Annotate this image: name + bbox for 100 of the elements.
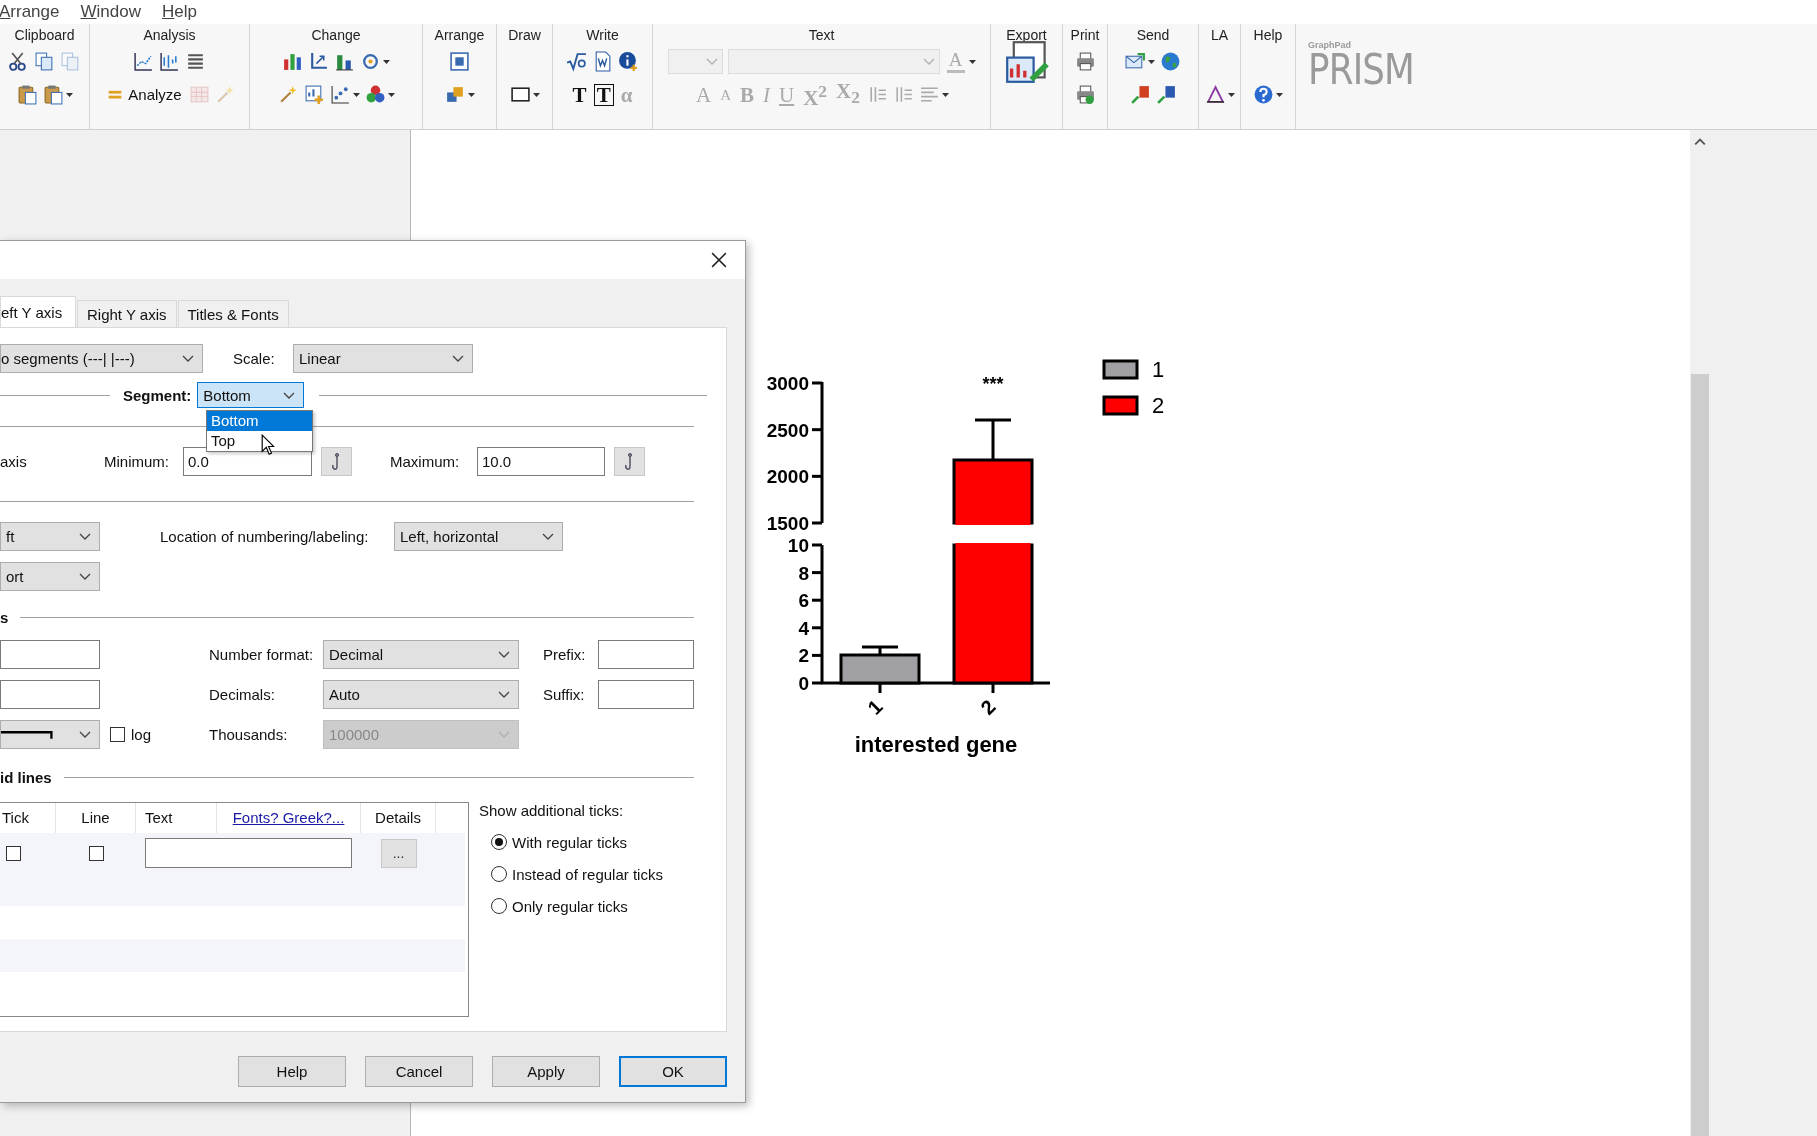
format-button[interactable]: T [593, 83, 614, 106]
axes-icon[interactable] [308, 51, 329, 72]
color-circles-icon[interactable] [364, 84, 386, 105]
caret-icon[interactable] [352, 92, 360, 97]
line-style-dropdown[interactable] [0, 720, 100, 749]
tick-label: 3000 [766, 373, 809, 394]
info-icon[interactable] [618, 51, 639, 72]
bar-chart-icon[interactable] [282, 51, 303, 72]
tick-label: 2 [798, 645, 809, 667]
input-field[interactable] [0, 680, 100, 709]
field-label: Number format: [209, 646, 315, 663]
chevron-icon [498, 651, 510, 658]
triangle-icon[interactable] [1204, 84, 1226, 105]
group-label: Export [1006, 27, 1047, 45]
menu-item[interactable]: Window [80, 2, 152, 22]
square-root-icon[interactable] [566, 51, 587, 72]
text-field[interactable] [145, 838, 352, 868]
printer-icon[interactable] [1074, 84, 1096, 105]
caret-icon[interactable] [467, 92, 475, 97]
tab[interactable]: Titles & Fonts [177, 300, 289, 327]
chart-icon[interactable] [159, 51, 180, 72]
logo: PRISM [1308, 50, 1415, 90]
scatter-plot-icon[interactable] [329, 84, 351, 105]
details-button[interactable]: ... [380, 838, 417, 868]
document-arrow-icon[interactable] [1155, 84, 1177, 105]
dropdown-option[interactable]: Bottom [207, 411, 312, 431]
dialog-button[interactable]: Apply [492, 1056, 600, 1087]
scissors-icon[interactable] [8, 51, 29, 72]
field-label: Location of numbering/labeling: [160, 528, 370, 545]
field-label: Scale: [232, 350, 276, 367]
hook-button[interactable] [321, 447, 352, 476]
chevron-icon [79, 731, 91, 738]
globe-icon[interactable] [1160, 51, 1181, 72]
input-field[interactable] [598, 640, 694, 669]
list-icon[interactable] [185, 51, 206, 72]
caret-icon[interactable] [1227, 92, 1235, 97]
caret-icon[interactable] [387, 92, 395, 97]
tab[interactable]: Right Y axis [77, 300, 177, 327]
dropdown[interactable]: Bottom [197, 382, 305, 408]
caret-icon[interactable] [532, 92, 540, 97]
caret-icon[interactable] [1148, 59, 1155, 64]
dropdown[interactable]: o segments (---| |---) [0, 344, 203, 373]
radio-button[interactable] [491, 834, 507, 850]
scroll-up-icon[interactable] [1694, 138, 1706, 146]
chart-add-icon[interactable] [303, 84, 325, 105]
tab[interactable]: eft Y axis [0, 296, 76, 327]
input-field[interactable]: 10.0 [477, 447, 605, 476]
radio-button[interactable] [491, 866, 507, 882]
chevron-icon [922, 58, 935, 65]
clipboard-icon[interactable] [42, 84, 64, 105]
rectangle-icon[interactable] [509, 84, 531, 105]
group-label: Print [1070, 27, 1100, 45]
dialog-button[interactable]: Help [238, 1056, 346, 1087]
square-icon[interactable] [449, 51, 470, 72]
caret-icon[interactable] [383, 59, 390, 64]
printer-icon[interactable] [1074, 51, 1096, 72]
checkbox[interactable] [110, 727, 125, 742]
dialog-button[interactable]: Cancel [365, 1056, 473, 1087]
chevron-icon [79, 573, 91, 580]
dropdown[interactable]: Left, horizontal [394, 522, 563, 551]
line-chart-icon[interactable] [133, 51, 154, 72]
caret-icon[interactable] [1276, 92, 1283, 97]
arrange-icon[interactable] [444, 84, 466, 105]
dialog-button[interactable]: OK [619, 1056, 727, 1087]
field-label: Maximum: [390, 453, 461, 470]
field-label: Segment: [123, 386, 192, 404]
help-icon[interactable] [1253, 84, 1274, 105]
input-field[interactable] [0, 640, 100, 669]
group-label: Draw [508, 27, 541, 45]
scrollbar[interactable] [1690, 130, 1710, 1136]
category-label: 2 [976, 695, 1000, 719]
legend-label: 2 [1152, 393, 1165, 418]
analyze-button[interactable]: Analyze [103, 86, 184, 103]
input-field[interactable] [598, 680, 694, 709]
scroll-thumb[interactable] [1691, 374, 1709, 1136]
dropdown[interactable]: ft [0, 522, 100, 551]
radio-button[interactable] [491, 898, 507, 914]
group-label: Send [1136, 27, 1170, 45]
checkbox[interactable] [6, 845, 21, 861]
axis-title: interested gene [854, 732, 1018, 757]
significance-label: *** [982, 374, 1004, 394]
dropdown[interactable]: Linear [293, 344, 473, 373]
group-label: Help [1253, 27, 1283, 45]
circle-icon[interactable] [360, 51, 381, 72]
checkbox[interactable] [88, 845, 104, 861]
field-label: Prefix: [543, 646, 587, 663]
caret-icon[interactable] [968, 59, 976, 64]
dropdown[interactable]: Auto [323, 680, 519, 709]
menu-item[interactable]: Help [161, 2, 208, 22]
slide-arrow-icon[interactable] [1129, 84, 1151, 105]
caret-icon[interactable] [942, 92, 949, 97]
dropdown[interactable]: ort [0, 562, 100, 591]
tick-label: 2000 [766, 466, 809, 488]
tick-label: 1500 [766, 513, 809, 534]
hook-button[interactable] [614, 447, 645, 476]
dropdown[interactable]: Decimal [323, 640, 519, 669]
clipboard-icon[interactable] [16, 84, 38, 105]
caret-icon[interactable] [65, 92, 73, 97]
format-button[interactable]: T [570, 82, 589, 107]
copy-icon[interactable] [34, 51, 55, 72]
